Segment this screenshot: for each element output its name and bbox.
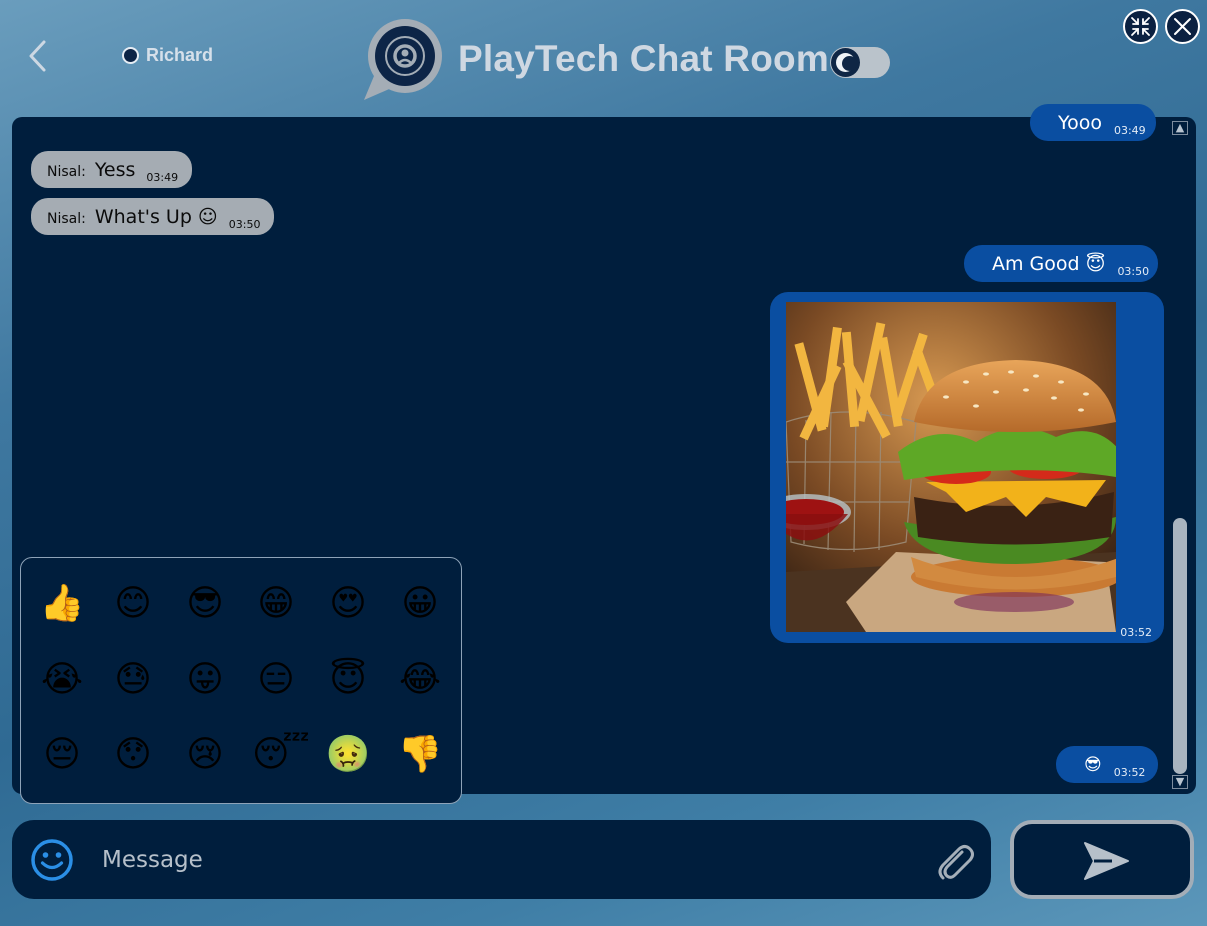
message-input[interactable]	[102, 837, 902, 883]
scroll-up-icon[interactable]: ▲	[1172, 121, 1188, 135]
emoji-sunglasses[interactable]: 😎	[181, 582, 229, 630]
emoji-picker: 👍 😊 😎 😁 😍 😀 😭 😓 😛 😑 😇 😂 😔 😯 😢 😴 🤢 👎	[20, 557, 462, 804]
moon-icon	[831, 48, 860, 77]
message-time: 03:52	[1120, 626, 1152, 639]
emoji-expressionless[interactable]: 😑	[252, 658, 300, 706]
message-text: What's Up ☺	[94, 205, 218, 228]
close-icon	[1174, 18, 1191, 35]
emoji-hushed[interactable]: 😯	[109, 733, 157, 781]
emoji-smiling[interactable]: 😊	[109, 582, 157, 630]
message-time: 03:49	[146, 171, 179, 184]
message-time: 03:52	[1113, 766, 1146, 779]
emoji-heart-eyes[interactable]: 😍	[324, 582, 372, 630]
message-text: Yess	[94, 158, 136, 181]
message-bubble-incoming[interactable]: Nisal: What's Up ☺ 03:50	[31, 198, 275, 235]
image-message-bubble[interactable]: 03:52	[770, 292, 1164, 643]
chat-scrollbar[interactable]: ▲ ▼	[1170, 121, 1190, 791]
message-text: 😎	[1084, 754, 1102, 775]
user-status: Richard	[122, 45, 213, 66]
emoji-grinning-squint[interactable]: 😁	[252, 582, 300, 630]
message-bubble-outgoing[interactable]: Am Good 😇 03:50	[964, 245, 1158, 282]
chevron-left-icon	[29, 40, 46, 72]
emoji-tears-of-joy[interactable]: 😂	[396, 658, 444, 706]
compress-arrows-icon	[1131, 17, 1150, 36]
close-button[interactable]	[1165, 9, 1200, 44]
message-bubble-incoming[interactable]: Nisal: Yess 03:49	[31, 151, 193, 188]
theme-toggle[interactable]	[830, 47, 890, 78]
app-title: PlayTech Chat Room	[458, 38, 829, 79]
message-sender: Nisal:	[47, 210, 86, 227]
message-time: 03:50	[1117, 265, 1150, 278]
emoji-sleeping[interactable]: 😴	[252, 733, 310, 781]
message-text: Am Good 😇	[992, 252, 1106, 275]
message-time: 03:50	[228, 218, 261, 231]
scroll-down-icon[interactable]: ▼	[1172, 775, 1188, 789]
message-bubble-outgoing[interactable]: 😎 03:52	[1056, 746, 1158, 783]
message-time: 03:49	[1113, 124, 1146, 137]
message-sender: Nisal:	[47, 163, 86, 180]
emoji-halo[interactable]: 😇	[324, 658, 372, 706]
emoji-thumbs-down[interactable]: 👎	[396, 733, 444, 781]
minimize-button[interactable]	[1123, 9, 1158, 44]
emoji-crying[interactable]: 😭	[38, 658, 86, 706]
emoji-tongue[interactable]: 😛	[181, 658, 229, 706]
emoji-sweat[interactable]: 😓	[109, 658, 157, 706]
emoji-nauseated[interactable]: 🤢	[324, 733, 372, 781]
emoji-grinning[interactable]: 😀	[396, 582, 444, 630]
paperclip-icon	[938, 845, 974, 880]
message-composer	[12, 820, 991, 899]
chat-bubble-logo-icon	[360, 16, 446, 102]
back-button[interactable]	[22, 36, 56, 76]
emoji-sad-tear[interactable]: 😢	[181, 733, 229, 781]
send-button[interactable]	[1010, 820, 1194, 899]
scroll-thumb[interactable]	[1173, 518, 1187, 774]
burger-photo[interactable]	[786, 302, 1116, 632]
attach-button[interactable]	[932, 838, 978, 884]
emoji-pensive[interactable]: 😔	[38, 733, 86, 781]
smiley-icon	[31, 839, 73, 881]
emoji-button[interactable]	[30, 838, 74, 882]
status-dot	[122, 47, 139, 64]
send-arrow-icon	[1084, 842, 1129, 880]
user-name: Richard	[146, 45, 214, 65]
emoji-thumbs-up[interactable]: 👍	[38, 582, 86, 630]
